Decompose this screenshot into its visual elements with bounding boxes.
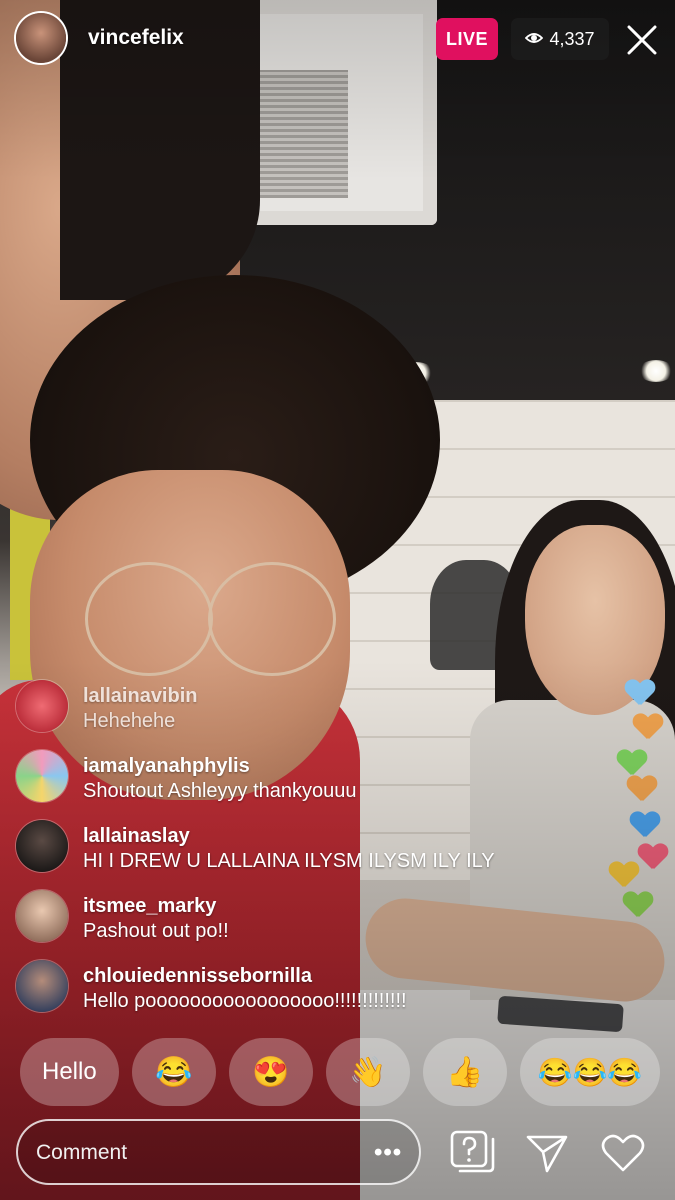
- more-options-button[interactable]: •••: [374, 1139, 402, 1167]
- quick-reply-hello[interactable]: Hello: [20, 1038, 119, 1106]
- quick-reaction-triple-joy[interactable]: 😂😂😂: [519, 1038, 661, 1106]
- comment-message: Hehehehe: [83, 710, 176, 732]
- host-username[interactable]: vincefelix: [88, 26, 184, 50]
- live-badge: LIVE: [436, 18, 498, 60]
- comment-item: lallainavibin Hehehehe: [16, 680, 576, 750]
- comment-item: lallainaslay HI I DREW U LALLAINA ILYSM …: [16, 820, 576, 890]
- quick-reaction-joy[interactable]: 😂: [131, 1038, 216, 1106]
- comment-avatar[interactable]: [16, 820, 68, 872]
- viewer-count[interactable]: 4,337: [511, 18, 609, 60]
- eye-icon: [525, 29, 544, 50]
- comment-avatar[interactable]: [16, 680, 68, 732]
- live-header: vincefelix LIVE 4,337: [0, 0, 675, 80]
- comment-item: chlouiedennissebornilla Hello pooooooooo…: [16, 960, 576, 1030]
- comment-message: Shoutout Ashleyyy thankyouuu: [83, 780, 357, 802]
- quick-reaction-thumbs-up[interactable]: 👍: [422, 1038, 507, 1106]
- question-box-icon[interactable]: [448, 1128, 498, 1178]
- quick-reaction-wave[interactable]: 👋: [325, 1038, 410, 1106]
- comment-feed: lallainavibin Hehehehe iamalyanahphylis …: [16, 680, 576, 1030]
- comment-username[interactable]: chlouiedennissebornilla: [83, 964, 407, 988]
- send-icon[interactable]: [522, 1128, 572, 1178]
- comment-item: itsmee_marky Pashout out po!!: [16, 890, 576, 960]
- viewer-count-value: 4,337: [549, 28, 595, 49]
- comment-message: Hello pooooooooooooooooo!!!!!!!!!!!!!: [83, 990, 407, 1012]
- comment-avatar[interactable]: [16, 960, 68, 1012]
- comment-message: HI I DREW U LALLAINA ILYSM ILYSM ILY ILY: [83, 850, 495, 872]
- comment-message: Pashout out po!!: [83, 920, 229, 942]
- comment-avatar[interactable]: [16, 890, 68, 942]
- comment-username[interactable]: lallainaslay: [83, 824, 495, 848]
- comment-avatar[interactable]: [16, 750, 68, 802]
- comment-username[interactable]: itsmee_marky: [83, 894, 229, 918]
- quick-reactions: Hello 😂 😍 👋 👍 😂😂😂: [20, 1038, 661, 1106]
- heart-icon[interactable]: [598, 1128, 648, 1178]
- comment-username[interactable]: lallainavibin: [83, 684, 197, 708]
- comment-username[interactable]: iamalyanahphylis: [83, 754, 357, 778]
- comment-box[interactable]: •••: [16, 1119, 421, 1185]
- comment-item: iamalyanahphylis Shoutout Ashleyyy thank…: [16, 750, 576, 820]
- close-icon[interactable]: [624, 22, 660, 58]
- comment-input[interactable]: [34, 1121, 368, 1185]
- quick-reaction-heart-eyes[interactable]: 😍: [228, 1038, 313, 1106]
- host-avatar[interactable]: [16, 13, 66, 63]
- live-video-stage: vincefelix LIVE 4,337 lallainavibin Hehe…: [0, 0, 675, 1200]
